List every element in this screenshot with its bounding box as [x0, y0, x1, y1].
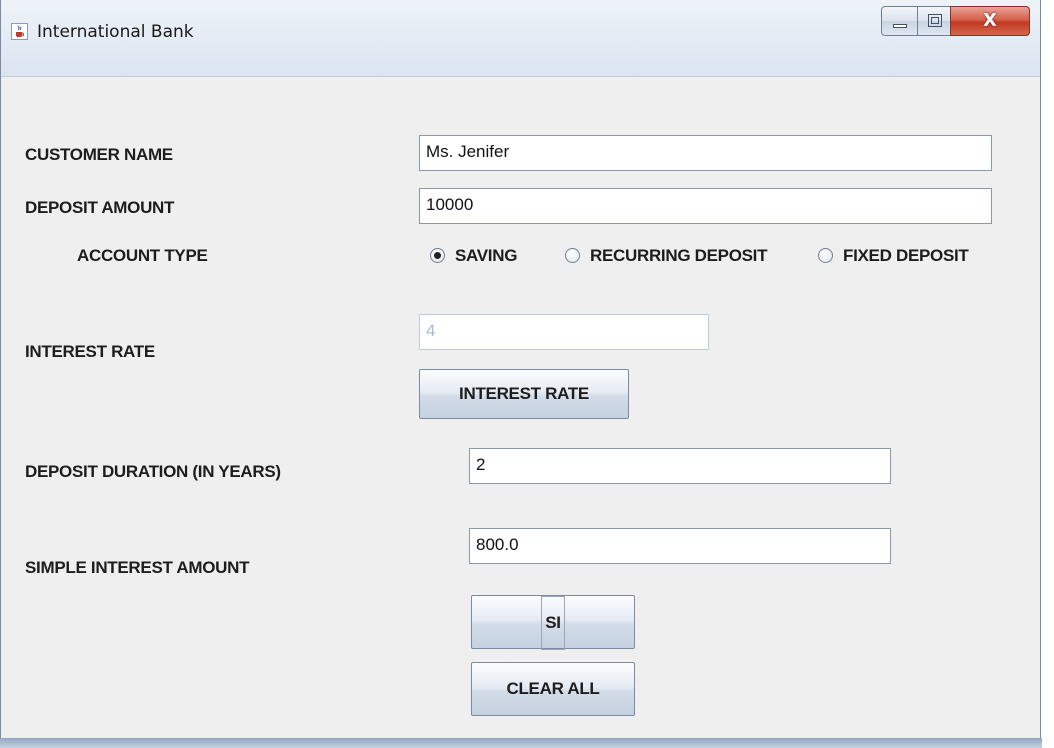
customer-name-label: CUSTOMER NAME [25, 145, 173, 164]
window-title: International Bank [37, 22, 194, 42]
close-icon: X [983, 10, 997, 31]
interest-rate-button-label: INTEREST RATE [459, 384, 589, 403]
simple-interest-amount-label: SIMPLE INTEREST AMOUNT [25, 558, 250, 577]
customer-name-field[interactable]: Ms. Jenifer [419, 135, 992, 171]
si-button[interactable]: SI [471, 595, 635, 650]
java-cup-icon[interactable] [11, 23, 28, 40]
interest-rate-label: INTEREST RATE [25, 342, 155, 361]
radio-recurring-deposit-label: RECURRING DEPOSIT [590, 246, 768, 265]
account-type-label: ACCOUNT TYPE [77, 246, 208, 265]
si-button-label: SI [545, 613, 561, 632]
clear-all-button-label: CLEAR ALL [506, 679, 600, 698]
focus-indicator: SI [541, 596, 565, 650]
maximize-button[interactable] [917, 6, 951, 36]
deposit-duration-label: DEPOSIT DURATION (IN YEARS) [25, 462, 281, 481]
deposit-duration-field[interactable]: 2 [469, 448, 891, 484]
minimize-icon [893, 24, 907, 28]
close-button[interactable]: X [950, 6, 1030, 36]
simple-interest-amount-field[interactable]: 800.0 [469, 528, 891, 564]
radio-saving[interactable]: SAVING [430, 246, 550, 268]
radio-unselected-icon [565, 248, 580, 263]
radio-recurring-deposit[interactable]: RECURRING DEPOSIT [565, 246, 805, 268]
app-window: International Bank X CUSTOMER NAME Ms. J… [0, 0, 1041, 740]
clear-all-button[interactable]: CLEAR ALL [471, 662, 635, 716]
radio-fixed-deposit[interactable]: FIXED DEPOSIT [818, 246, 998, 268]
radio-fixed-deposit-label: FIXED DEPOSIT [843, 246, 969, 265]
radio-saving-label: SAVING [455, 246, 518, 265]
radio-selected-icon [430, 248, 445, 263]
radio-unselected-icon [818, 248, 833, 263]
maximize-icon [928, 14, 942, 27]
deposit-amount-field[interactable]: 10000 [419, 188, 992, 224]
interest-rate-button[interactable]: INTEREST RATE [419, 369, 629, 419]
title-bar[interactable]: International Bank X [1, 0, 1040, 77]
deposit-amount-label: DEPOSIT AMOUNT [25, 198, 175, 217]
window-bottom-edge [0, 738, 1042, 748]
minimize-button[interactable] [881, 6, 918, 36]
interest-rate-field: 4 [419, 314, 709, 350]
